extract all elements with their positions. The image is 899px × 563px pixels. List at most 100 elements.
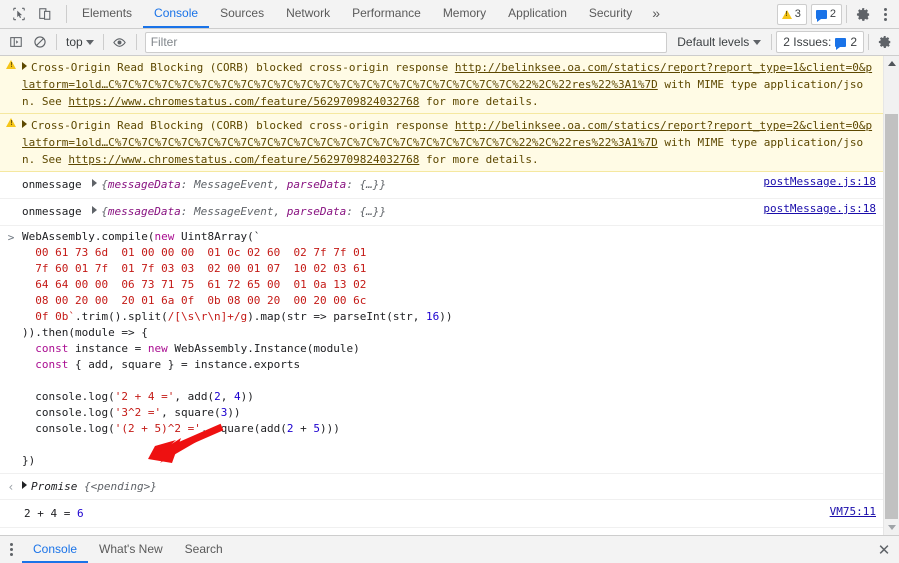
settings-gear-icon[interactable]	[851, 2, 875, 26]
tab-console-label: Console	[154, 6, 199, 20]
filterbar-divider-1	[56, 34, 57, 50]
kebab-dot	[883, 7, 887, 11]
console-sidebar-icon[interactable]	[4, 30, 28, 54]
eye-glyph	[113, 37, 126, 47]
device-toolbar-icon[interactable]	[32, 1, 58, 27]
preview-key-1: messageData	[107, 205, 181, 218]
main-menu-kebab-icon[interactable]	[875, 2, 895, 26]
drawer-tab-search[interactable]: Search	[174, 536, 234, 563]
tab-application-label: Application	[508, 6, 567, 20]
drawer-menu-kebab-icon[interactable]	[0, 536, 22, 563]
output-gutter	[0, 505, 22, 522]
scrollbar-thumb[interactable]	[885, 114, 898, 519]
tab-application[interactable]: Application	[497, 0, 578, 28]
inspect-cursor-glyph	[13, 7, 25, 21]
message-count-label: 2	[829, 8, 836, 20]
tab-memory[interactable]: Memory	[432, 0, 497, 28]
tab-performance[interactable]: Performance	[341, 0, 432, 28]
drawer-spacer	[234, 536, 869, 563]
console-command-row[interactable]: > WebAssembly.compile(new Uint8Array(` 0…	[0, 226, 884, 474]
preview-open-brace: {	[101, 178, 108, 191]
chevron-down-icon	[85, 39, 94, 45]
tab-performance-label: Performance	[352, 6, 421, 20]
execution-context-selector[interactable]: top	[61, 32, 99, 52]
console-filter-input[interactable]	[144, 31, 668, 53]
drawer-tab-console[interactable]: Console	[22, 536, 89, 563]
toolbar-right: 3 2	[773, 0, 899, 28]
warning-suffix-0: for more details.	[419, 95, 539, 108]
drawer-tab-search-label: Search	[184, 541, 223, 556]
inspect-cursor-icon[interactable]	[6, 1, 32, 27]
log-levels-label: Default levels	[677, 35, 750, 49]
clear-console-icon[interactable]	[28, 30, 52, 54]
output-value-0: 6	[76, 507, 84, 520]
preview-open-brace: {	[101, 205, 108, 218]
console-log-row[interactable]: onmessage {messageData: MessageEvent, pa…	[0, 199, 884, 226]
tab-network[interactable]: Network	[275, 0, 341, 28]
tab-sources[interactable]: Sources	[209, 0, 275, 28]
drawer-close-icon[interactable]: ✕	[869, 536, 899, 563]
more-tabs-label: »	[652, 5, 661, 21]
console-warning-row[interactable]: Cross-Origin Read Blocking (CORB) blocke…	[0, 114, 884, 172]
output-text: 3^2 = 9	[22, 533, 884, 535]
sidebar-glyph	[10, 37, 22, 47]
command-code: WebAssembly.compile(new Uint8Array(` 00 …	[22, 229, 884, 469]
preview-close-brace: }	[379, 178, 387, 191]
more-tabs-button[interactable]: »	[643, 0, 669, 28]
tab-elements[interactable]: Elements	[71, 0, 143, 28]
tab-security[interactable]: Security	[578, 0, 643, 28]
command-prompt-icon: >	[7, 231, 15, 244]
console-warning-row[interactable]: Cross-Origin Read Blocking (CORB) blocke…	[0, 56, 884, 114]
kebab-dot	[883, 17, 887, 21]
console-log-row[interactable]: onmessage {messageData: MessageEvent, pa…	[0, 172, 884, 199]
log-source-link[interactable]: postMessage.js:18	[763, 175, 876, 188]
console-scrollbar[interactable]	[883, 56, 899, 535]
expand-triangle-icon[interactable]	[22, 62, 27, 70]
console-result-row[interactable]: ‹ Promise {<pending>}	[0, 474, 884, 500]
warning-triangle-icon	[6, 60, 16, 69]
preview-close-brace: }	[379, 205, 387, 218]
tab-elements-label: Elements	[82, 6, 133, 20]
toolbar-divider	[66, 5, 67, 23]
console-output-row[interactable]: 2 + 4 = 6 VM75:11	[0, 500, 884, 528]
live-expression-eye-icon[interactable]	[108, 30, 132, 54]
expand-triangle-icon[interactable]	[92, 179, 98, 187]
expand-triangle-icon[interactable]	[22, 120, 27, 128]
expand-triangle-icon[interactable]	[92, 206, 98, 214]
panel-tabs: Elements Console Sources Network Perform…	[71, 0, 773, 28]
warning-count-badge[interactable]: 3	[776, 3, 807, 25]
tab-console[interactable]: Console	[143, 0, 210, 28]
code-line-2: 7f 60 01 7f 01 7f 03 03 02 00 01 07 10 0…	[22, 262, 367, 275]
tab-network-label: Network	[286, 6, 331, 20]
preview-val-2: {…}	[359, 178, 380, 191]
preview-val-1: MessageEvent	[193, 178, 274, 191]
warning-suffix-1: for more details.	[419, 153, 539, 166]
warning-link-1-2[interactable]: https://www.chromestatus.com/feature/562…	[68, 153, 419, 166]
code-line-6: )).then(module => {	[22, 326, 148, 339]
code-line-11: console.log('3^2 =', square(3))	[22, 406, 241, 419]
tab-memory-label: Memory	[442, 6, 487, 20]
console-filter-toolbar: top Default levels 2 Issues: 2	[0, 29, 899, 56]
filterbar-divider-3	[135, 34, 137, 50]
drawer-tab-whats-new[interactable]: What's New	[88, 536, 174, 563]
log-object-preview-0: {messageData: MessageEvent, parseData: {…	[101, 178, 387, 191]
code-line-14: })	[22, 454, 36, 467]
console-message-area[interactable]: Cross-Origin Read Blocking (CORB) blocke…	[0, 56, 899, 535]
output-source-link[interactable]: VM75:12	[830, 533, 876, 535]
expand-triangle-icon[interactable]	[22, 481, 27, 489]
output-source-link[interactable]: VM75:11	[830, 505, 876, 518]
scrollbar-down-arrow[interactable]	[884, 520, 899, 535]
log-source-link[interactable]: postMessage.js:18	[763, 202, 876, 215]
log-levels-selector[interactable]: Default levels	[671, 35, 767, 49]
filterbar-divider-5	[868, 34, 869, 50]
warning-link-0-2[interactable]: https://www.chromestatus.com/feature/562…	[68, 95, 419, 108]
scrollbar-up-arrow[interactable]	[884, 56, 899, 71]
console-settings-gear-icon[interactable]	[873, 30, 897, 54]
code-line-4: 08 00 20 00 20 01 6a 0f 0b 08 00 20 00 2…	[22, 294, 367, 307]
code-line-12: console.log('(2 + 5)^2 =', square(add(2 …	[22, 422, 340, 435]
console-output-row[interactable]: 3^2 = 9 VM75:12	[0, 528, 884, 535]
warning-triangle-icon	[6, 118, 16, 127]
message-count-badge[interactable]: 2	[810, 3, 842, 25]
issues-button[interactable]: 2 Issues: 2	[776, 31, 864, 53]
